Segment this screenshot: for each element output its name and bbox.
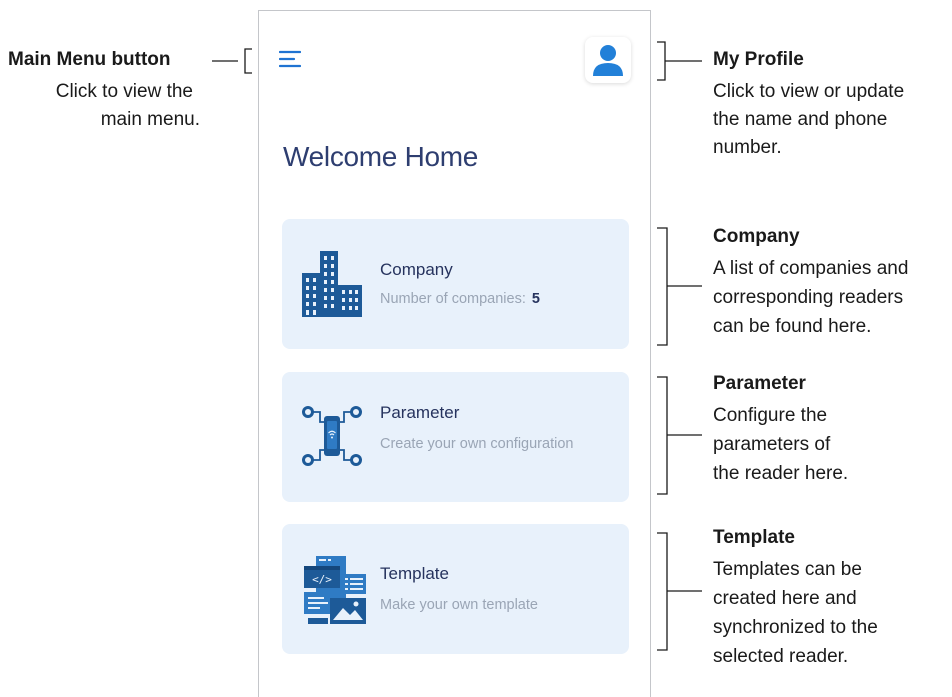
template-code-icon: </> xyxy=(300,556,366,628)
annotation-company-line-2: corresponding readers xyxy=(713,287,904,308)
annotation-template-line-1: Templates can be xyxy=(713,559,862,580)
annotation-company-line-3: can be found here. xyxy=(713,316,872,337)
company-card[interactable]: Company Number of companies: 5 xyxy=(282,219,629,349)
phone-screen: Welcome Home Company Number of companies… xyxy=(258,10,651,697)
hamburger-menu-icon xyxy=(278,50,302,68)
parameter-card-title: Parameter xyxy=(380,403,460,422)
page-title: Welcome Home xyxy=(283,141,479,172)
annotation-my-profile-line-3: number. xyxy=(713,137,782,158)
template-card-title: Template xyxy=(380,564,449,583)
annotation-company-title: Company xyxy=(713,226,800,247)
screen: Main Menu button Click to view the main … xyxy=(0,0,952,697)
annotation-parameter-title: Parameter xyxy=(713,373,806,394)
annotation-main-menu-line-1: Click to view the xyxy=(55,81,193,102)
company-card-title: Company xyxy=(380,260,453,279)
company-card-subtitle: Number of companies: 5 xyxy=(380,291,580,307)
annotation-template-line-3: synchronized to the xyxy=(713,617,878,638)
annotation-company-line-1: A list of companies and xyxy=(713,258,909,279)
company-count-label: Number of companies: xyxy=(380,291,526,307)
template-card-subtitle: Make your own template xyxy=(380,597,538,613)
user-avatar-icon xyxy=(593,45,623,76)
annotation-parameter-line-1: Configure the xyxy=(713,405,828,426)
annotation-template-line-4: selected reader. xyxy=(713,646,849,667)
annotation-main-menu-title: Main Menu button xyxy=(8,49,171,70)
annotation-my-profile-line-2: the name and phone xyxy=(713,109,888,130)
template-card[interactable]: </> Template Make your own template xyxy=(282,524,629,654)
annotation-parameter-line-3: the reader here. xyxy=(713,463,849,484)
annotation-template-line-2: created here and xyxy=(713,588,857,609)
svg-text:</>: </> xyxy=(312,573,332,586)
company-count-value: 5 xyxy=(531,291,540,307)
profile-button[interactable] xyxy=(585,37,631,83)
annotation-my-profile-line-1: Click to view or update xyxy=(713,81,905,102)
annotation-my-profile-title: My Profile xyxy=(713,49,804,70)
building-icon xyxy=(300,249,364,321)
annotation-parameter-line-2: parameters of xyxy=(713,434,831,455)
parameter-card-subtitle: Create your own configuration xyxy=(380,436,574,452)
device-network-icon xyxy=(300,400,364,472)
main-menu-button[interactable] xyxy=(278,48,302,70)
annotation-template-title: Template xyxy=(713,527,796,548)
annotation-main-menu-line-2: main menu. xyxy=(100,109,200,130)
parameter-card[interactable]: Parameter Create your own configuration xyxy=(282,372,629,502)
